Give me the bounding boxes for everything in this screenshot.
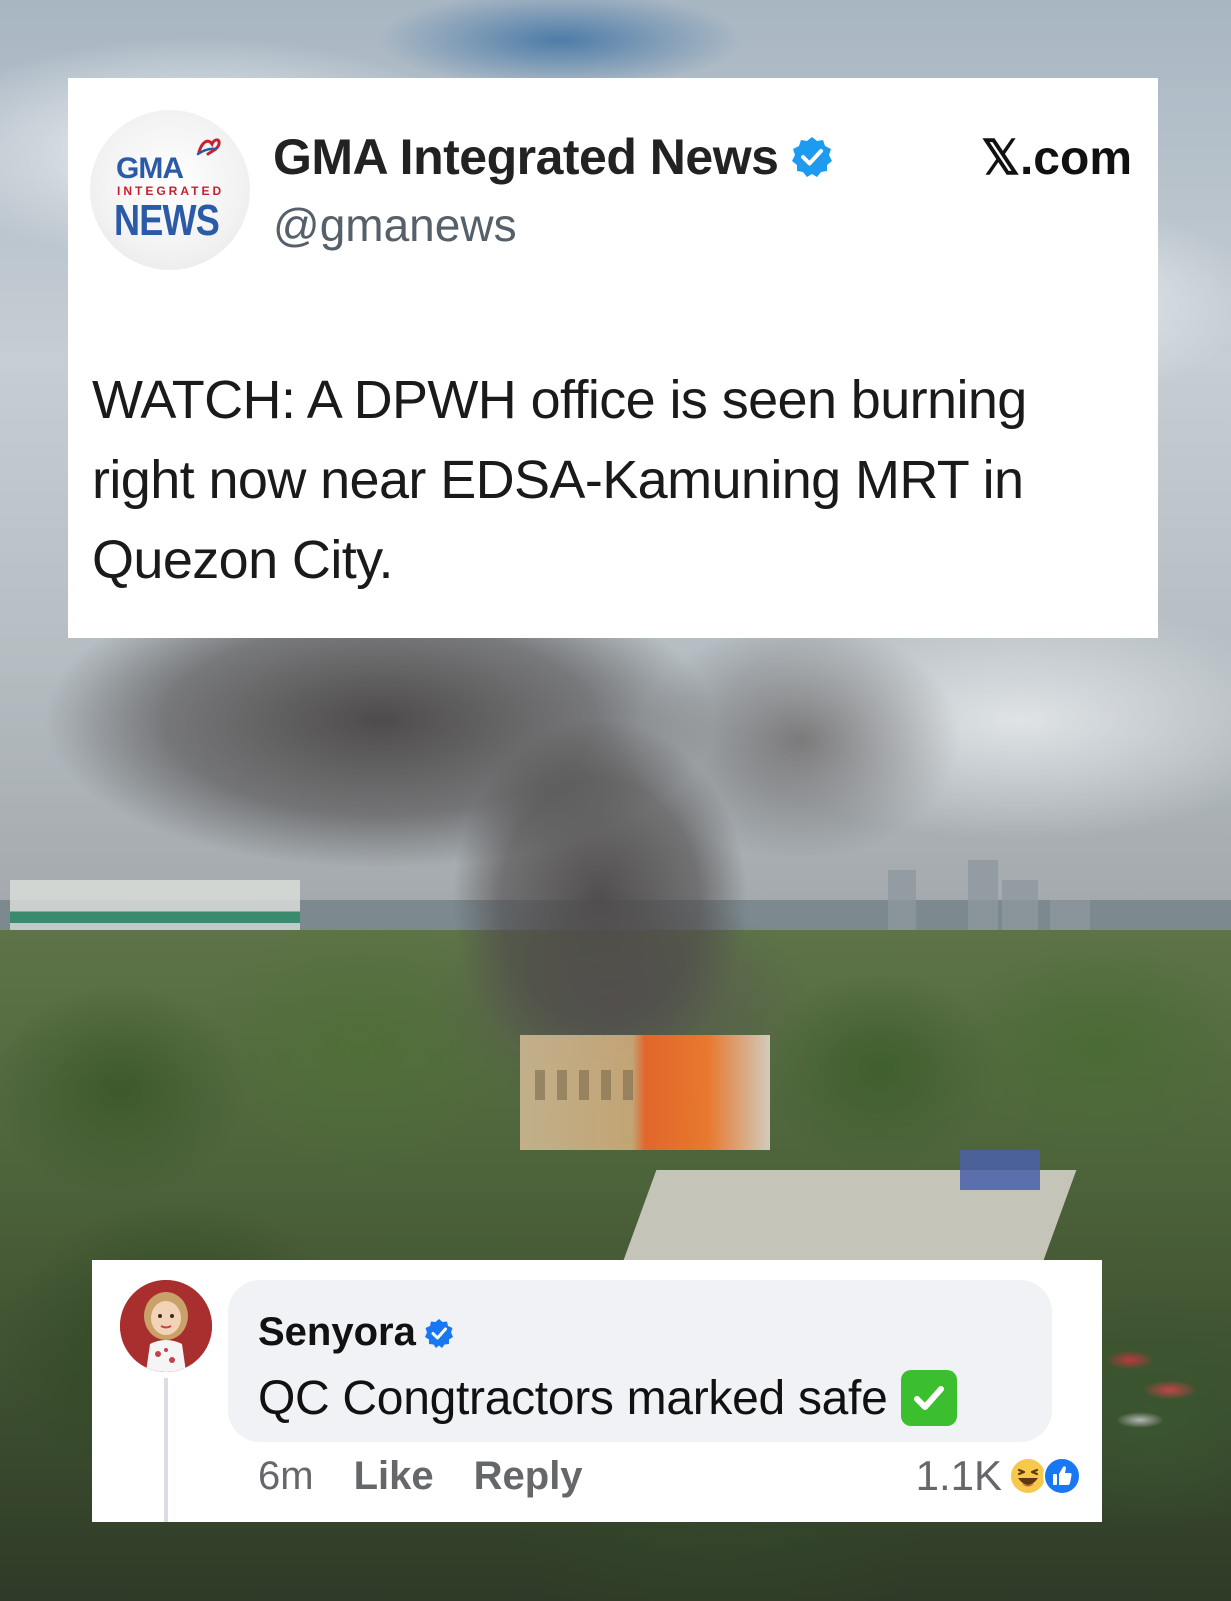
parked-cars xyxy=(1100,1330,1210,1440)
tweet-text: WATCH: A DPWH office is seen burning rig… xyxy=(92,370,1027,590)
comment-actions: 6m Like Reply xyxy=(258,1454,583,1499)
commenter-avatar[interactable] xyxy=(120,1280,212,1372)
verified-badge-icon xyxy=(792,137,833,177)
avatar-logo-gma: GMA xyxy=(116,152,184,185)
account-handle[interactable]: @gmanews xyxy=(273,198,517,252)
tweet-card: GMA INTEGRATED NEWS GMA Integrated News … xyxy=(68,78,1158,638)
caricature-portrait-icon xyxy=(120,1280,212,1372)
account-name-row: GMA Integrated News xyxy=(273,128,834,186)
like-icon xyxy=(1043,1457,1081,1495)
commenter-row: Senyora xyxy=(258,1310,454,1355)
comment-timestamp[interactable]: 6m xyxy=(258,1454,314,1499)
like-button[interactable]: Like xyxy=(354,1454,434,1499)
reaction-summary[interactable]: 1.1K xyxy=(916,1452,1082,1500)
comment-bubble: Senyora QC Congtractors marked safe xyxy=(228,1280,1052,1442)
burning-building xyxy=(520,1035,770,1150)
thread-line xyxy=(164,1378,168,1522)
reaction-count: 1.1K xyxy=(915,1452,1002,1499)
comment-text-row: QC Congtractors marked safe xyxy=(258,1370,958,1426)
blue-tent xyxy=(960,1150,1040,1190)
reply-button[interactable]: Reply xyxy=(474,1454,583,1499)
heart-swoosh-icon xyxy=(196,138,221,156)
comment-text: QC Congtractors marked safe xyxy=(258,1371,888,1425)
verified-badge-icon xyxy=(424,1318,453,1348)
commenter-name[interactable]: Senyora xyxy=(258,1310,416,1355)
account-name[interactable]: GMA Integrated News xyxy=(273,128,779,186)
comment-card: Senyora QC Congtractors marked safe 6m L… xyxy=(92,1260,1102,1522)
account-avatar[interactable]: GMA INTEGRATED NEWS xyxy=(90,110,250,270)
check-mark-button-icon xyxy=(901,1370,958,1426)
avatar-logo-news: NEWS xyxy=(114,196,220,245)
source-label: 𝕏.com xyxy=(981,132,1132,185)
